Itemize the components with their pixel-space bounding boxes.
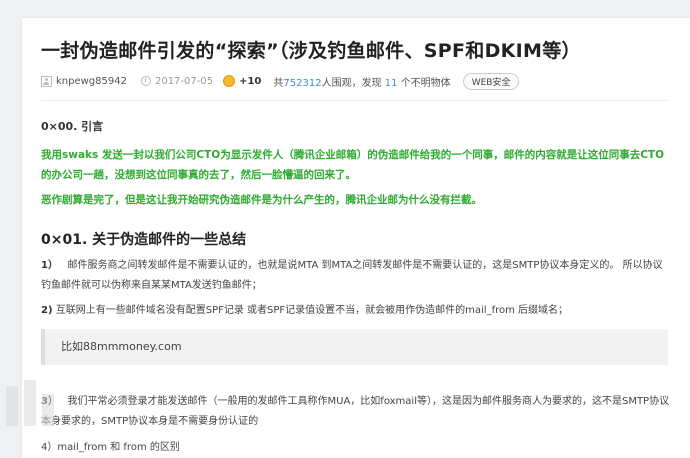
paragraph-2-text: 互联网上有一些邮件域名没有配置SPF记录 或者SPF记录值设置不当，就会被用作伪… bbox=[55, 305, 569, 316]
highlight-paragraph-2: 恶作剧算是完了，但是这让我开始研究伪造邮件是为什么产生的，腾讯企业邮为什么没有拦… bbox=[41, 194, 482, 206]
coin-count: +10 bbox=[239, 75, 262, 87]
watermark-logo bbox=[6, 380, 54, 426]
paragraph-3-text: 我们平常必须登录才能发送邮件（一般用的发邮件工具称作MUA，比如foxmail等… bbox=[41, 396, 670, 427]
found-suffix: 个不明物体 bbox=[400, 77, 451, 89]
paragraph-2-number: 2) bbox=[41, 305, 53, 316]
view-count: 752312 bbox=[283, 77, 322, 89]
paragraph-4: 4）mail_from 和 from 的区别 bbox=[41, 442, 180, 453]
article-title: 一封伪造邮件引发的“探索”（涉及钓鱼邮件、SPF和DKIM等） bbox=[41, 40, 581, 62]
clock-icon bbox=[140, 76, 151, 86]
article-card: 一封伪造邮件引发的“探索”（涉及钓鱼邮件、SPF和DKIM等） knpewg85… bbox=[22, 18, 690, 458]
view-stats: 共752312人围观，发现 11 个不明物体 bbox=[273, 74, 450, 89]
views-prefix: 共 bbox=[273, 77, 284, 89]
code-block: 比如88mmmoney.com bbox=[41, 329, 668, 365]
highlight-paragraph-1: 我用swaks 发送一封以我们公司CTO为显示发件人（腾讯企业邮箱）的伪造邮件给… bbox=[41, 149, 665, 181]
views-suffix: 人围观，发现 bbox=[321, 77, 382, 89]
author-link[interactable]: knpewg85942 bbox=[56, 76, 127, 87]
header-divider bbox=[41, 100, 668, 101]
found-count[interactable]: 11 bbox=[385, 78, 398, 89]
paragraph-1-number: 1） bbox=[41, 260, 58, 271]
paragraph-1-text: 邮件服务商之间转发邮件是不需要认证的，也就是说MTA 到MTA之间转发邮件是不需… bbox=[41, 260, 663, 291]
publish-date: 2017-07-05 bbox=[154, 75, 214, 87]
paragraph-1: 1） 邮件服务商之间转发邮件是不需要认证的，也就是说MTA 到MTA之间转发邮件… bbox=[41, 256, 671, 296]
intro-heading: 0×00. 引言 bbox=[41, 120, 104, 133]
section-heading-01: 0×01. 关于伪造邮件的一些总结 bbox=[41, 232, 247, 248]
article-meta: knpewg85942 2017-07-05 +10 共752312人围观，发现… bbox=[41, 72, 520, 90]
author-icon bbox=[41, 75, 52, 87]
paragraph-3: 3） 我们平常必须登录才能发送邮件（一般用的发邮件工具称作MUA，比如foxma… bbox=[41, 392, 671, 432]
paragraph-2: 2) 互联网上有一些邮件域名没有配置SPF记录 或者SPF记录值设置不当，就会被… bbox=[41, 301, 671, 321]
coin-icon bbox=[223, 75, 236, 87]
category-tag[interactable]: WEB安全 bbox=[462, 72, 520, 90]
